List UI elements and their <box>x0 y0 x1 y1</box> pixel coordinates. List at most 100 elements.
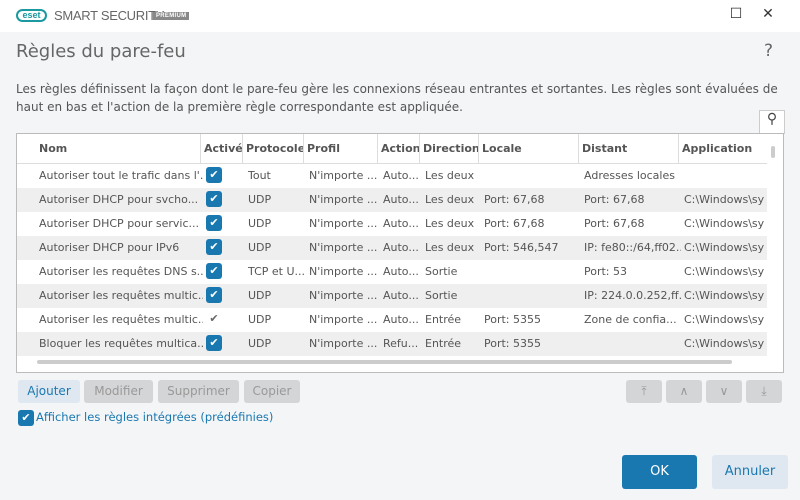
cell-profile: N'importe ... <box>309 337 378 350</box>
cell-name: Autoriser les requêtes DNS s... <box>39 265 203 278</box>
table-header: Nom Activé Protocole Profil Action Direction L… <box>17 134 767 164</box>
title-bar: eset SMART SECURITY PREMIUM ☐ ✕ <box>0 0 800 32</box>
table-row[interactable]: Autoriser DHCP pour servic... ✔ UDP N'impor… <box>17 212 767 236</box>
enabled-checkbox[interactable]: ✔ <box>203 188 245 212</box>
check-icon: ✔ <box>206 239 222 255</box>
cell-app: C:\Windows\sy <box>684 265 765 278</box>
cell-direction: Les deux <box>425 241 475 254</box>
table-row[interactable]: Autoriser les requêtes DNS s... ✔ TCP et U… <box>17 260 767 284</box>
column-header-protocole[interactable]: Protocole <box>242 134 303 164</box>
move-up-button[interactable]: ∧ <box>666 380 702 403</box>
column-header-locale[interactable]: Locale <box>478 134 578 164</box>
cancel-button[interactable]: Annuler <box>712 455 788 489</box>
column-header-profil[interactable]: Profil <box>303 134 377 164</box>
delete-button[interactable]: Supprimer <box>158 380 239 403</box>
check-icon: ✔ <box>206 167 222 183</box>
search-icon[interactable]: ⚲ <box>759 110 785 134</box>
check-icon: ✔ <box>209 312 219 325</box>
app-name: SMART SECURITY <box>54 8 165 23</box>
cell-protocol: Tout <box>248 169 271 182</box>
enabled-checkbox[interactable]: ✔ <box>203 260 245 284</box>
cell-action: Auto... <box>383 313 419 326</box>
cell-app: C:\Windows\sy <box>684 313 765 326</box>
cell-direction: Entrée <box>425 337 462 350</box>
cell-action: Auto... <box>383 289 419 302</box>
table-row[interactable]: Autoriser DHCP pour svcho... ✔ UDP N'import… <box>17 188 767 212</box>
enabled-checkbox[interactable]: ✔ <box>203 236 245 260</box>
enabled-checkbox[interactable]: ✔ <box>203 164 245 188</box>
cell-remote: IP: 224.0.0.252,ff... <box>584 289 681 302</box>
cell-app: C:\Windows\sy <box>684 289 765 302</box>
cell-protocol: UDP <box>248 337 272 350</box>
cell-protocol: UDP <box>248 313 272 326</box>
cell-direction: Les deux <box>425 217 475 230</box>
description: Les règles définissent la façon dont le … <box>16 82 778 114</box>
cell-action: Auto... <box>383 193 419 206</box>
table-row[interactable]: Autoriser les requêtes multic... ✔ UDP N'im… <box>17 284 767 308</box>
cell-name: Autoriser tout le trafic dans l'... <box>39 169 203 182</box>
table-row[interactable]: Autoriser les requêtes multic... ✔ UDP N'im… <box>17 308 767 332</box>
cell-protocol: UDP <box>248 241 272 254</box>
vertical-scrollbar[interactable] <box>771 146 775 158</box>
enabled-checkbox[interactable]: ✔ <box>203 212 245 236</box>
cell-app: C:\Windows\sy <box>684 241 765 254</box>
cell-name: Autoriser DHCP pour svcho... <box>39 193 199 206</box>
table-row[interactable]: Autoriser tout le trafic dans l'... ✔ Tout… <box>17 164 767 188</box>
cell-profile: N'importe ... <box>309 241 378 254</box>
check-icon: ✔ <box>206 263 222 279</box>
column-header-nom[interactable]: Nom <box>17 134 200 164</box>
cell-remote: Zone de confia... <box>584 313 677 326</box>
edit-button[interactable]: Modifier <box>84 380 153 403</box>
column-header-action[interactable]: Action <box>377 134 419 164</box>
check-icon: ✔ <box>206 191 222 207</box>
cell-action: Auto... <box>383 265 419 278</box>
cell-name: Bloquer les requêtes multica... <box>39 337 203 350</box>
column-header-activé[interactable]: Activé <box>200 134 242 164</box>
maximize-button[interactable]: ☐ <box>726 6 746 26</box>
cell-local: Port: 67,68 <box>484 217 545 230</box>
cell-name: Autoriser DHCP pour servic... <box>39 217 200 230</box>
show-builtin-label[interactable]: Afficher les règles intégrées (prédéfini… <box>36 410 273 424</box>
move-down-button[interactable]: ∨ <box>706 380 742 403</box>
cell-protocol: UDP <box>248 289 272 302</box>
enabled-checkbox[interactable]: ✔ <box>203 332 245 356</box>
horizontal-scrollbar[interactable] <box>37 360 732 364</box>
enabled-checkbox[interactable]: ✔ <box>203 284 245 308</box>
cell-protocol: UDP <box>248 217 272 230</box>
column-header-application[interactable]: Application <box>678 134 768 164</box>
cell-direction: Entrée <box>425 313 462 326</box>
check-icon: ✔ <box>206 287 222 303</box>
cell-remote: Port: 67,68 <box>584 193 645 206</box>
cell-app: C:\Windows\sy <box>684 193 765 206</box>
enabled-checkbox[interactable]: ✔ <box>203 308 245 332</box>
move-top-button[interactable]: ⤒ <box>626 380 662 403</box>
cell-action: Auto... <box>383 169 419 182</box>
check-icon: ✔ <box>206 335 222 351</box>
cell-action: Auto... <box>383 217 419 230</box>
edition-badge: PREMIUM <box>153 12 190 20</box>
add-button[interactable]: Ajouter <box>18 380 80 403</box>
help-icon[interactable]: ? <box>764 41 773 61</box>
cell-direction: Les deux <box>425 193 475 206</box>
cell-name: Autoriser DHCP pour IPv6 <box>39 241 180 254</box>
check-icon: ✔ <box>206 215 222 231</box>
cell-remote: Adresses locales <box>584 169 675 182</box>
cell-name: Autoriser les requêtes multic... <box>39 289 203 302</box>
cell-app: C:\Windows\sy <box>684 337 765 350</box>
ok-button[interactable]: OK <box>622 455 697 489</box>
cell-direction: Les deux <box>425 169 475 182</box>
table-row[interactable]: Bloquer les requêtes multica... ✔ UDP N'imp… <box>17 332 767 356</box>
column-header-direction[interactable]: Direction <box>419 134 478 164</box>
cell-profile: N'importe ... <box>309 289 378 302</box>
table-row[interactable]: Autoriser DHCP pour IPv6 ✔ UDP N'importe ..… <box>17 236 767 260</box>
cell-local: Port: 5355 <box>484 337 542 350</box>
move-bottom-button[interactable]: ⤓ <box>746 380 782 403</box>
cell-name: Autoriser les requêtes multic... <box>39 313 203 326</box>
copy-button[interactable]: Copier <box>244 380 300 403</box>
close-button[interactable]: ✕ <box>758 6 778 26</box>
column-header-distant[interactable]: Distant <box>578 134 678 164</box>
cell-local: Port: 546,547 <box>484 241 559 254</box>
show-builtin-checkbox[interactable]: ✔ <box>18 410 34 426</box>
cell-protocol: UDP <box>248 193 272 206</box>
cell-remote: IP: fe80::/64,ff02... <box>584 241 681 254</box>
